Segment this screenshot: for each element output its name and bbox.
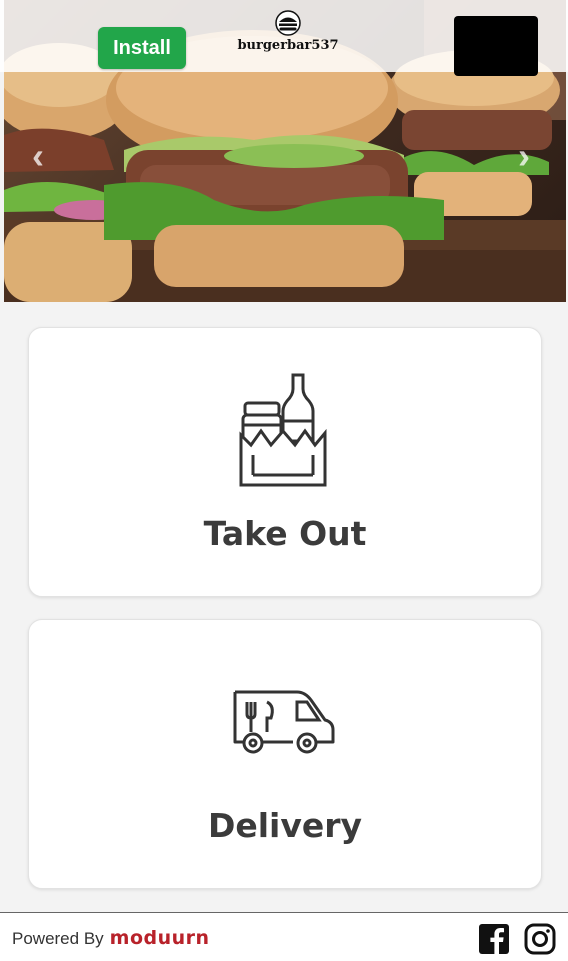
chevron-left-icon[interactable]: ‹ — [32, 138, 44, 174]
brand-name-text: burgerbar — [237, 38, 312, 53]
brand-name-number: 537 — [311, 38, 339, 53]
install-button[interactable]: Install — [98, 27, 186, 69]
burger-logo-icon — [275, 10, 301, 36]
brand-name: burgerbar537 — [237, 38, 338, 53]
delivery-option-card[interactable]: Delivery — [28, 619, 542, 889]
chevron-right-icon[interactable]: › — [518, 138, 530, 174]
instagram-icon[interactable] — [524, 923, 556, 955]
top-bar: Install burgerbar537 — [0, 0, 568, 76]
footer: Powered By moduurn — [0, 912, 568, 961]
powered-by: Powered By moduurn — [12, 927, 210, 949]
takeout-bag-icon — [239, 373, 327, 487]
provider-logo[interactable]: moduurn — [110, 927, 210, 949]
delivery-label: Delivery — [207, 806, 363, 845]
redacted-block — [454, 16, 538, 76]
delivery-truck-icon — [233, 690, 335, 754]
takeout-label: Take Out — [203, 514, 367, 553]
powered-by-label: Powered By — [12, 929, 104, 948]
takeout-option-card[interactable]: Take Out — [28, 327, 542, 597]
facebook-icon[interactable] — [478, 923, 510, 955]
brand-logo[interactable]: burgerbar537 — [228, 10, 348, 66]
